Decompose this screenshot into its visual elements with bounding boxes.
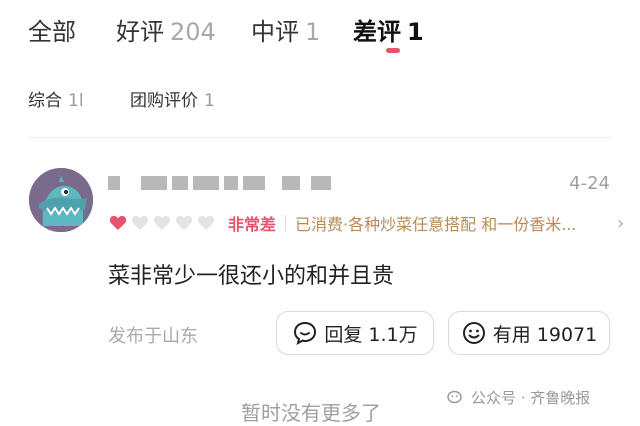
wechat-icon <box>447 390 462 404</box>
dinosaur-avatar-icon <box>29 168 93 232</box>
tab-negative[interactable]: 差评 1 <box>353 12 424 47</box>
reply-button[interactable]: 回复 1.1万 <box>276 311 434 355</box>
useful-label: 有用 19071 <box>492 323 598 346</box>
heart-empty-icon <box>153 215 171 230</box>
tab-neutral-label: 中评 <box>251 18 299 46</box>
tab-positive[interactable]: 好评 204 <box>116 12 216 47</box>
chevron-right-icon[interactable]: › <box>617 213 624 234</box>
active-tab-indicator <box>386 48 400 53</box>
review-text: 菜非常少一很还小的和并且贵 <box>108 264 395 289</box>
redacted-block <box>193 176 219 190</box>
post-location: 发布于山东 <box>108 326 198 347</box>
redacted-block <box>172 176 188 190</box>
no-more-text: 暂时没有更多了 <box>241 401 381 425</box>
filter-comprehensive-suffix: 1l <box>68 91 84 111</box>
redacted-block <box>243 176 265 190</box>
filter-comprehensive[interactable]: 综合 1l <box>28 86 84 111</box>
review-date: 4-24 <box>569 173 610 194</box>
heart-empty-icon <box>131 215 149 230</box>
user-name-redacted[interactable] <box>108 172 336 194</box>
heart-filled-icon <box>109 215 127 230</box>
reply-label: 回复 1.1万 <box>324 323 418 346</box>
tab-negative-label: 差评 <box>353 18 401 46</box>
redacted-block <box>108 176 120 190</box>
tab-neutral-count: 1 <box>305 18 321 46</box>
tab-neutral[interactable]: 中评 1 <box>251 12 320 47</box>
rating-hearts <box>108 213 218 233</box>
avatar[interactable] <box>29 168 93 232</box>
filter-group-purchase-count: 1 <box>204 91 215 111</box>
heart-empty-icon <box>175 215 193 230</box>
rating-label: 非常差 <box>228 215 277 234</box>
section-divider <box>28 137 612 138</box>
rating-separator <box>285 215 287 231</box>
redacted-block <box>282 176 300 190</box>
redacted-block <box>311 176 331 190</box>
useful-button[interactable]: 有用 19071 <box>448 311 610 355</box>
redacted-block <box>141 176 167 190</box>
tab-negative-count: 1 <box>407 18 424 46</box>
filter-group-purchase[interactable]: 团购评价 1 <box>130 86 215 111</box>
rating-row: 非常差 已消费·各种炒菜任意搭配 和一份香米... › <box>108 210 624 236</box>
tab-all[interactable]: 全部 <box>28 12 76 47</box>
consumed-dish[interactable]: 已消费·各种炒菜任意搭配 和一份香米... <box>295 211 611 235</box>
tab-positive-count: 204 <box>170 18 216 46</box>
redacted-block <box>224 176 238 190</box>
tab-all-label: 全部 <box>28 18 76 46</box>
filter-group-purchase-label: 团购评价 <box>130 91 198 111</box>
heart-empty-icon <box>197 215 215 230</box>
tab-positive-label: 好评 <box>116 18 164 46</box>
filter-comprehensive-label: 综合 <box>28 91 62 111</box>
watermark-text: 公众号 · 齐鲁晚报 <box>471 389 591 407</box>
smile-icon <box>462 322 485 344</box>
comment-icon <box>294 321 317 345</box>
